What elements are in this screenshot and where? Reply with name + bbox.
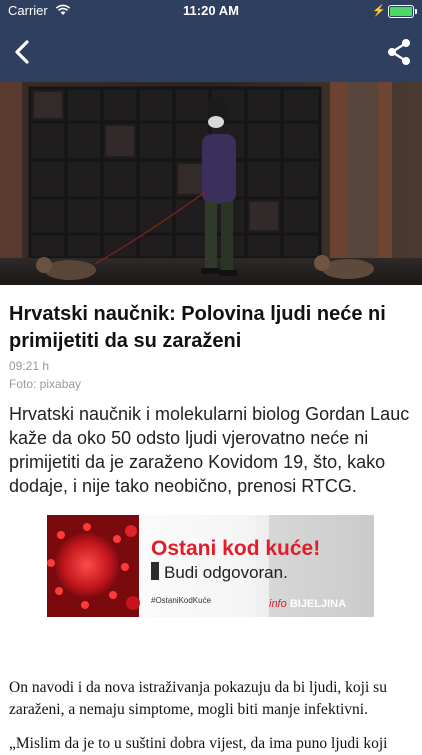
article-title: Hrvatski naučnik: Polovina ljudi neće ni…	[9, 303, 386, 352]
article-lead: Hrvatski naučnik i molekularni biolog Go…	[9, 404, 410, 496]
article-time: 09:21 h	[9, 359, 50, 373]
article-paragraph: „Mislim da je to u suštini dobra vijest,…	[9, 735, 388, 752]
banner-brand-prefix: info	[269, 598, 287, 610]
chevron-left-icon	[15, 40, 29, 64]
navigation-bar	[0, 22, 422, 82]
share-icon	[388, 39, 410, 65]
photo-credit: Foto: pixabay	[9, 377, 82, 391]
article-paragraph: On navodi i da nova istraživanja pokazuj…	[9, 679, 387, 718]
status-bar: Carrier 11:20 AM ⚡	[0, 0, 422, 22]
banner-headline: Ostani kod kuće!	[151, 537, 320, 560]
back-button[interactable]	[8, 36, 38, 68]
banner-hashtag: #OstaniKodKuće	[151, 596, 212, 605]
svg-text:info BIJELJINA: info BIJELJINA	[269, 598, 346, 610]
share-button[interactable]	[384, 36, 414, 68]
status-time: 11:20 AM	[183, 3, 239, 18]
battery-icon	[388, 5, 417, 18]
campaign-banner[interactable]: Ostani kod kuće! Budi odgovoran. #Ostani…	[47, 515, 374, 617]
hero-image	[0, 82, 422, 285]
banner-subline: Budi odgovoran.	[164, 563, 288, 582]
charging-icon: ⚡	[372, 5, 386, 17]
banner-brand-name: BIJELJINA	[290, 598, 346, 610]
